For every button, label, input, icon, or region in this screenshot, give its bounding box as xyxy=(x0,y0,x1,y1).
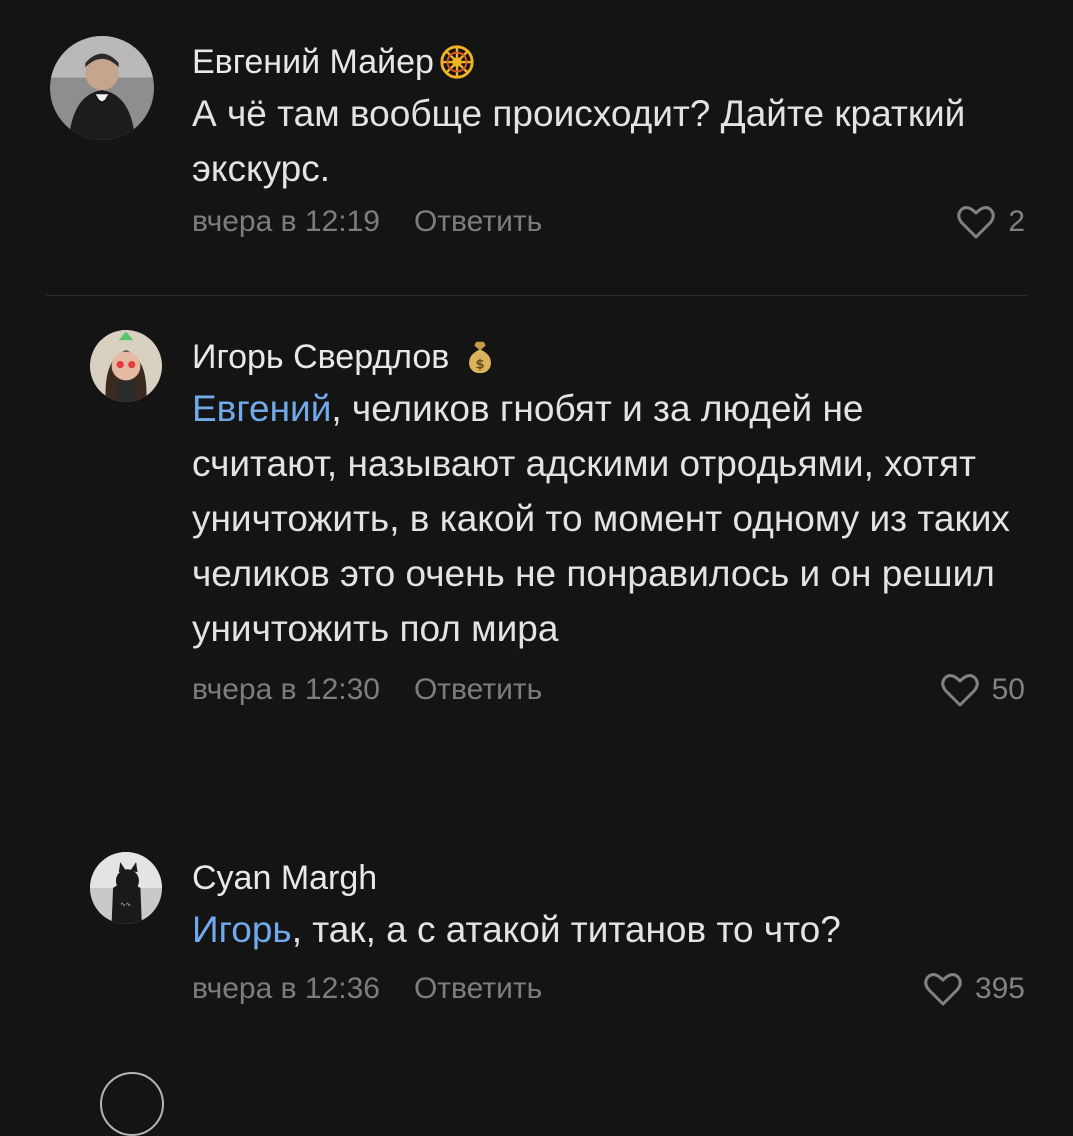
sun-wheel-badge-icon xyxy=(440,45,474,79)
comment-meta: вчера в 12:19 Ответить 2 xyxy=(192,202,1025,242)
reply-button[interactable]: Ответить xyxy=(414,205,542,238)
heart-icon xyxy=(924,973,962,1006)
heart-icon xyxy=(957,206,996,239)
like-count: 50 xyxy=(991,673,1025,706)
like-button[interactable]: 2 xyxy=(956,202,1025,242)
like-count: 395 xyxy=(974,972,1025,1005)
comment-author[interactable]: Евгений Майер xyxy=(192,42,1025,82)
comment-text: А чё там вообще происходит? Дайте кратки… xyxy=(192,93,966,189)
money-bag-badge-icon: $ xyxy=(469,341,492,374)
reply-button[interactable]: Ответить xyxy=(414,972,542,1005)
avatar[interactable]: ∿∿ xyxy=(90,852,162,924)
like-button[interactable]: 395 xyxy=(923,969,1025,1009)
reply-button[interactable]: Ответить xyxy=(414,673,542,706)
divider xyxy=(46,295,1027,296)
avatar[interactable] xyxy=(100,1072,164,1136)
comment-time: вчера в 12:19 xyxy=(192,205,380,238)
mention-link[interactable]: Игорь xyxy=(192,909,292,950)
heart-icon xyxy=(940,674,979,707)
comment-meta: вчера в 12:36 Ответить 395 xyxy=(192,969,1025,1009)
avatar[interactable] xyxy=(90,330,162,402)
svg-text:∿∿: ∿∿ xyxy=(120,901,131,909)
comment-time: вчера в 12:36 xyxy=(192,972,380,1005)
comment-author[interactable]: Cyan Margh xyxy=(192,858,1025,898)
like-button[interactable]: 50 xyxy=(940,670,1025,710)
comment-meta: вчера в 12:30 Ответить 50 xyxy=(192,670,1025,710)
avatar[interactable] xyxy=(50,36,154,140)
comment-time: вчера в 12:30 xyxy=(192,673,380,706)
mention-link[interactable]: Евгений xyxy=(192,388,331,429)
comment-text: Игорь, так, а с атакой титанов то что? xyxy=(192,909,841,950)
comment-author[interactable]: Игорь Свердлов $ xyxy=(192,337,1025,377)
comment-text: Евгений, челиков гнобят и за людей не сч… xyxy=(192,388,1010,649)
svg-text:$: $ xyxy=(476,357,485,372)
like-count: 2 xyxy=(1008,205,1025,238)
